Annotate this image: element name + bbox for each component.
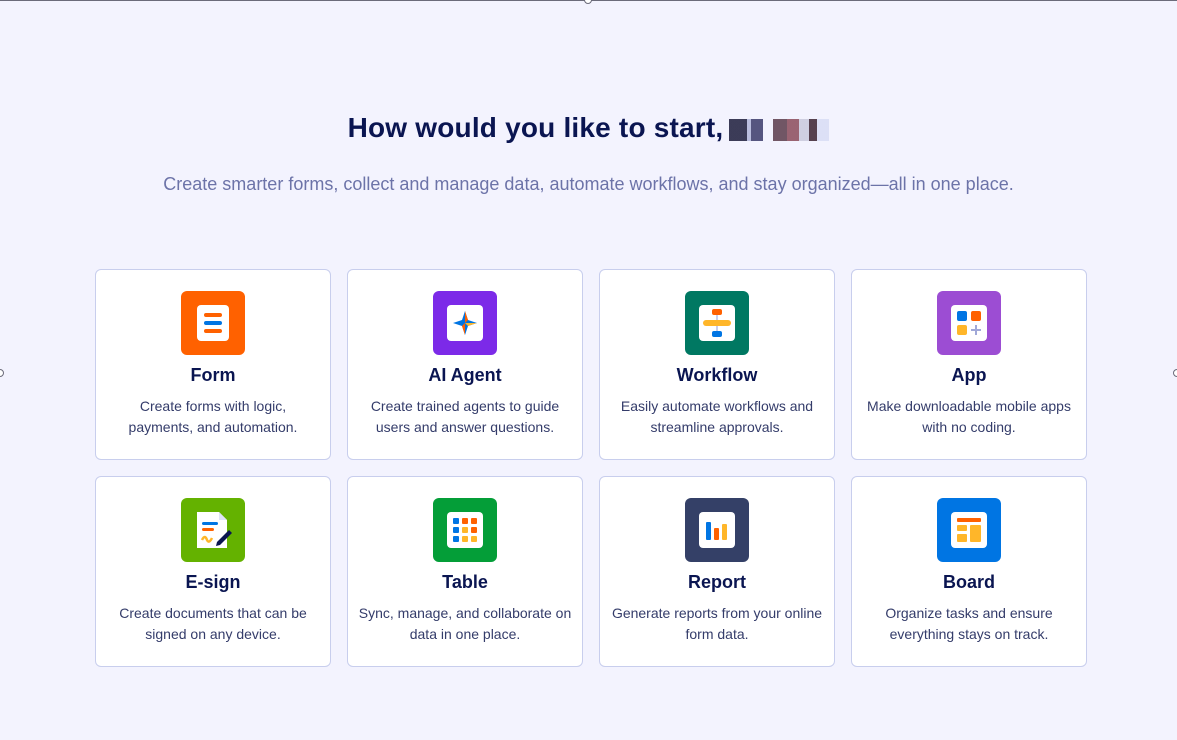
card-esign-title: E-sign — [185, 572, 241, 592]
card-esign[interactable]: E-sign Create documents that can be sign… — [95, 476, 331, 667]
report-icon — [685, 498, 749, 562]
card-app[interactable]: App Make downloadable mobile apps with n… — [851, 269, 1087, 460]
esign-icon — [181, 498, 245, 562]
page-subtitle: Create smarter forms, collect and manage… — [163, 174, 1014, 194]
resize-handle-right[interactable] — [1173, 369, 1177, 377]
workflow-icon — [685, 291, 749, 355]
card-report-title: Report — [688, 572, 746, 592]
card-form-title: Form — [190, 365, 236, 385]
card-form-description: Create forms with logic, payments, and a… — [128, 398, 298, 435]
page-title: How would you like to start, — [0, 112, 1177, 144]
card-form[interactable]: Form Create forms with logic, payments, … — [95, 269, 331, 460]
card-app-title: App — [951, 365, 987, 385]
card-workflow[interactable]: Workflow Easily automate workflows and s… — [599, 269, 835, 460]
card-board-title: Board — [942, 572, 995, 592]
app-icon — [937, 291, 1001, 355]
table-icon — [433, 498, 497, 562]
form-icon — [181, 291, 245, 355]
card-board-description: Organize tasks and ensure everything sta… — [885, 605, 1053, 642]
board-icon — [937, 498, 1001, 562]
start-options-grid: Form Create forms with logic, payments, … — [95, 269, 1087, 667]
card-table[interactable]: Table Sync, manage, and collaborate on d… — [347, 476, 583, 667]
card-report-description: Generate reports from your online form d… — [611, 605, 823, 642]
card-board[interactable]: Board Organize tasks and ensure everythi… — [851, 476, 1087, 667]
card-report[interactable]: Report Generate reports from your online… — [599, 476, 835, 667]
card-table-description: Sync, manage, and collaborate on data in… — [358, 605, 572, 642]
page-title-text: How would you like to start, — [347, 112, 724, 143]
resize-handle-left[interactable] — [0, 369, 4, 377]
resize-handle-top[interactable] — [584, 0, 592, 4]
card-workflow-description: Easily automate workflows and streamline… — [620, 398, 814, 435]
card-ai-agent-title: AI Agent — [428, 365, 502, 385]
card-table-title: Table — [442, 572, 488, 592]
card-ai-agent[interactable]: AI Agent Create trained agents to guide … — [347, 269, 583, 460]
ai-agent-icon — [433, 291, 497, 355]
card-esign-description: Create documents that can be signed on a… — [119, 605, 307, 642]
redacted-user-name — [729, 118, 830, 141]
card-app-description: Make downloadable mobile apps with no co… — [867, 398, 1071, 435]
card-workflow-title: Workflow — [676, 365, 758, 385]
card-ai-agent-description: Create trained agents to guide users and… — [370, 398, 560, 435]
